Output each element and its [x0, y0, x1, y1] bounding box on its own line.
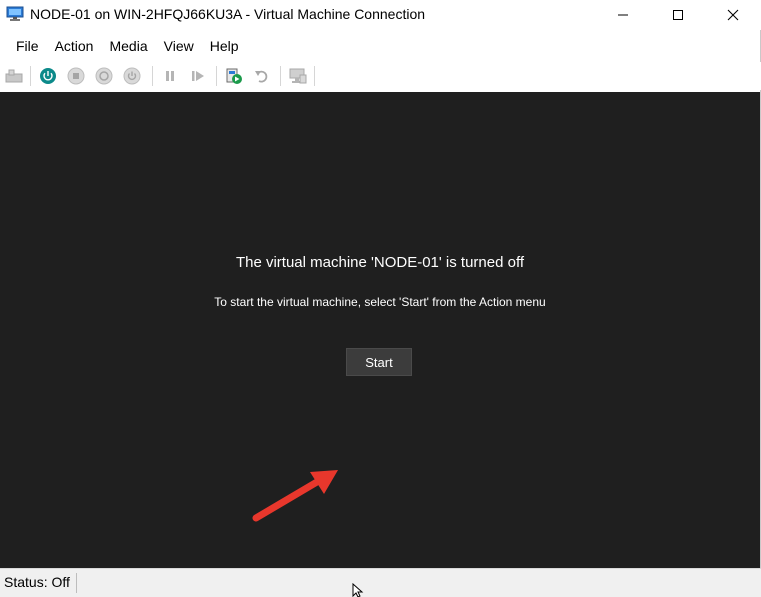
status-text: Status: Off	[4, 574, 70, 590]
toolbar-separator	[152, 66, 153, 86]
turn-off-toolbar-button[interactable]	[66, 66, 86, 86]
shutdown-toolbar-button[interactable]	[94, 66, 114, 86]
revert-toolbar-button[interactable]	[252, 66, 272, 86]
mouse-cursor-icon	[352, 583, 364, 597]
menu-action[interactable]: Action	[47, 32, 102, 60]
resume-icon	[192, 71, 204, 81]
enhanced-session-toolbar-button[interactable]	[288, 66, 308, 86]
ctrl-alt-del-icon	[5, 69, 23, 83]
resume-toolbar-button[interactable]	[188, 66, 208, 86]
turn-off-icon	[67, 67, 85, 85]
pause-icon	[166, 71, 174, 81]
pause-toolbar-button[interactable]	[160, 66, 180, 86]
vm-start-hint: To start the virtual machine, select 'St…	[214, 295, 546, 309]
checkpoint-toolbar-button[interactable]	[224, 66, 244, 86]
toolbar-separator	[216, 66, 217, 86]
status-bar: Status: Off	[0, 568, 761, 597]
status-separator	[76, 573, 77, 593]
close-icon	[727, 9, 739, 21]
menu-media[interactable]: Media	[101, 32, 155, 60]
enhanced-session-icon	[289, 68, 307, 84]
maximize-button[interactable]	[655, 0, 701, 30]
start-toolbar-button[interactable]	[38, 66, 58, 86]
save-toolbar-button[interactable]	[122, 66, 142, 86]
revert-icon	[255, 70, 268, 83]
minimize-button[interactable]	[600, 0, 646, 30]
vm-monitor-icon	[6, 6, 24, 21]
vm-state-heading: The virtual machine 'NODE-01' is turned …	[235, 254, 525, 271]
minimize-icon	[618, 14, 628, 16]
window-title: NODE-01 on WIN-2HFQJ66KU3A - Virtual Mac…	[30, 6, 426, 22]
power-start-icon	[40, 68, 56, 84]
toolbar-separator	[30, 66, 31, 86]
save-icon	[123, 67, 141, 85]
menu-bar: File Action Media View Help	[0, 32, 458, 60]
close-button[interactable]	[710, 0, 756, 30]
red-arrow-annotation	[252, 470, 338, 522]
toolbar	[0, 62, 761, 90]
toolbar-separator	[280, 66, 281, 86]
maximize-icon	[673, 10, 683, 20]
toolbar-separator	[314, 66, 315, 86]
title-bar[interactable]: NODE-01 on WIN-2HFQJ66KU3A - Virtual Mac…	[0, 0, 761, 30]
vm-connection-window: NODE-01 on WIN-2HFQJ66KU3A - Virtual Mac…	[0, 0, 761, 597]
checkpoint-icon	[226, 68, 242, 84]
menu-help[interactable]: Help	[202, 32, 247, 60]
shutdown-icon	[95, 67, 113, 85]
start-button[interactable]: Start	[346, 348, 412, 376]
ctrl-alt-del-button[interactable]	[4, 66, 24, 86]
vm-console-area[interactable]: The virtual machine 'NODE-01' is turned …	[0, 92, 760, 568]
menu-file[interactable]: File	[8, 32, 47, 60]
menu-view[interactable]: View	[156, 32, 202, 60]
